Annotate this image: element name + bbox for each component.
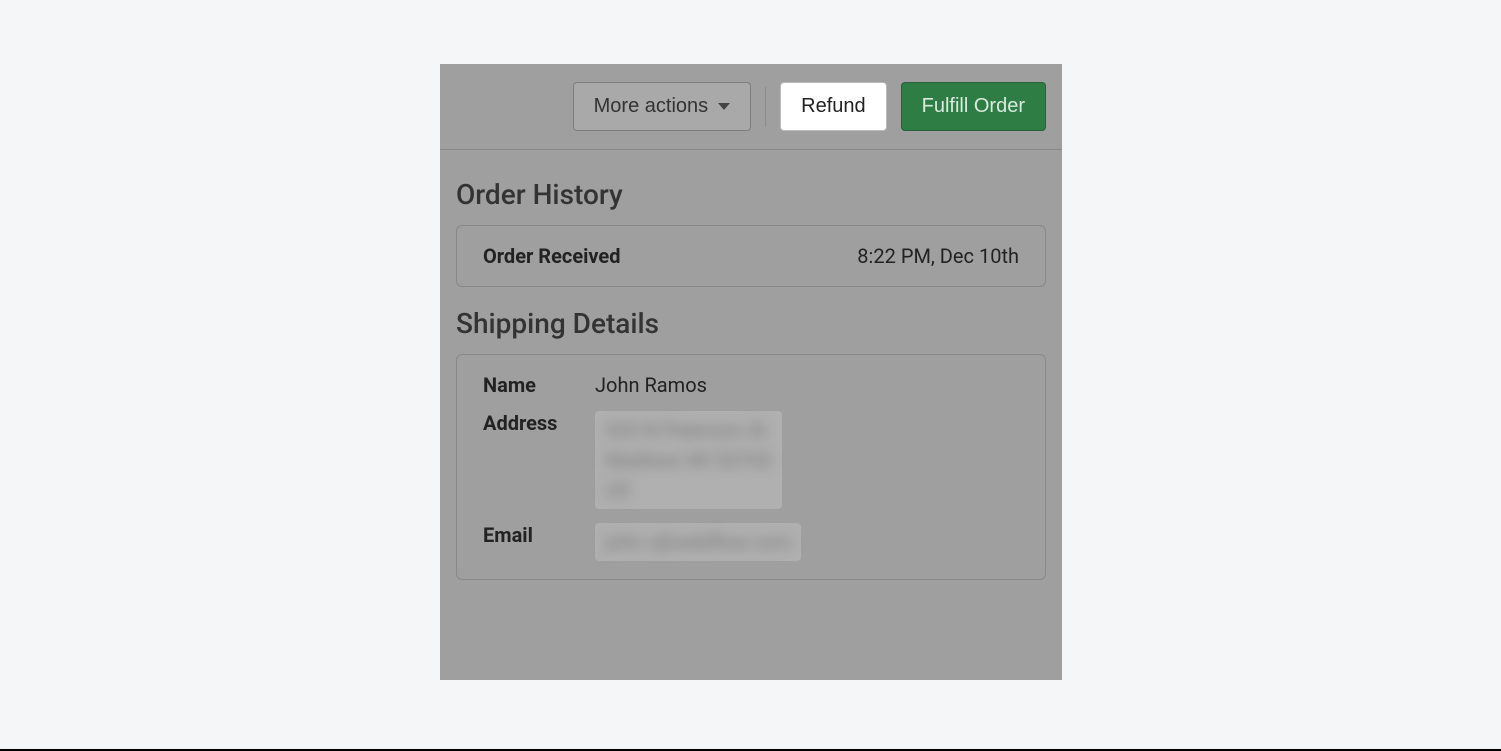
- order-detail-panel: More actions Refund Fulfill Order Order …: [440, 64, 1062, 680]
- shipping-email-row: Email john.r@webflow.com: [483, 523, 1019, 561]
- shipping-address-label: Address: [483, 411, 575, 435]
- shipping-address-line2: Madison WI 53703: [605, 445, 772, 475]
- fulfill-order-button[interactable]: Fulfill Order: [901, 82, 1046, 131]
- more-actions-button[interactable]: More actions: [573, 82, 752, 131]
- refund-button[interactable]: Refund: [780, 82, 887, 131]
- shipping-email-value: john.r@webflow.com: [595, 523, 801, 561]
- history-event-timestamp: 8:22 PM, Dec 10th: [857, 244, 1019, 268]
- order-toolbar: More actions Refund Fulfill Order: [440, 64, 1062, 150]
- order-history-card: Order Received 8:22 PM, Dec 10th: [456, 225, 1046, 287]
- shipping-address-line1: 433 N Paterson St: [605, 415, 772, 445]
- shipping-address-value: 433 N Paterson St Madison WI 53703 US: [595, 411, 782, 509]
- order-history-heading: Order History: [456, 178, 1046, 211]
- order-content: Order History Order Received 8:22 PM, De…: [440, 150, 1062, 596]
- fulfill-order-label: Fulfill Order: [922, 95, 1025, 118]
- shipping-email-text: john.r@webflow.com: [605, 530, 791, 554]
- caret-down-icon: [718, 103, 730, 110]
- refund-label: Refund: [801, 95, 866, 118]
- shipping-email-label: Email: [483, 523, 575, 547]
- more-actions-label: More actions: [594, 95, 709, 118]
- shipping-name-value: John Ramos: [595, 373, 707, 397]
- history-event-label: Order Received: [483, 244, 620, 268]
- shipping-details-heading: Shipping Details: [456, 307, 1046, 340]
- shipping-address-row: Address 433 N Paterson St Madison WI 537…: [483, 411, 1019, 509]
- history-row: Order Received 8:22 PM, Dec 10th: [483, 244, 1019, 268]
- shipping-details-card: Name John Ramos Address 433 N Paterson S…: [456, 354, 1046, 580]
- toolbar-divider: [765, 87, 766, 127]
- shipping-name-label: Name: [483, 373, 575, 397]
- shipping-address-line3: US: [605, 475, 772, 505]
- shipping-name-row: Name John Ramos: [483, 373, 1019, 397]
